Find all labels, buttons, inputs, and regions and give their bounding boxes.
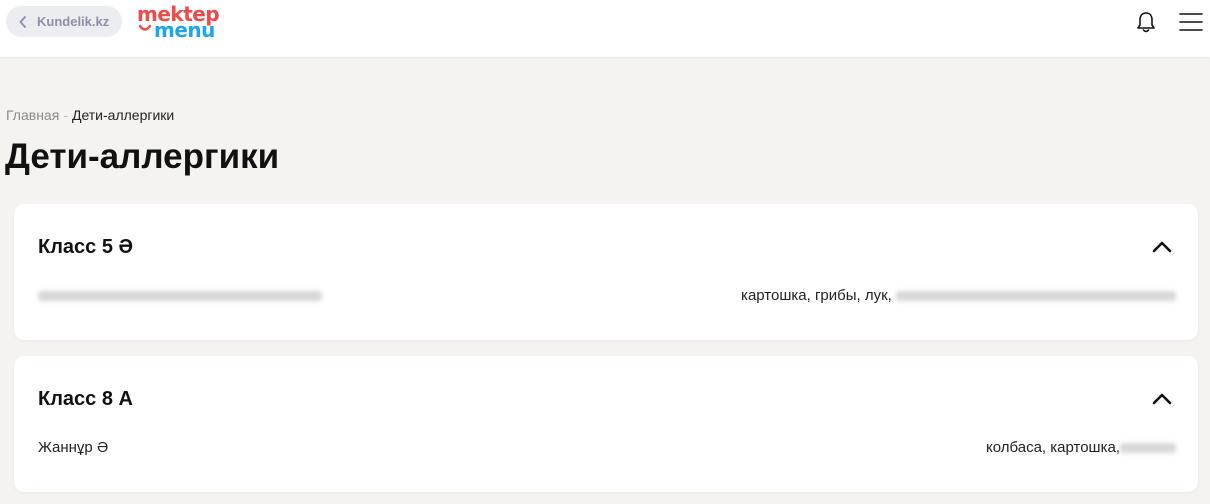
logo-text-menu: menu [154, 18, 215, 42]
back-button-label: Kundelik.kz [37, 14, 110, 29]
hamburger-menu-icon[interactable] [1178, 9, 1204, 35]
chevron-left-icon [18, 15, 28, 28]
student-row: Жаннұр Ә колбаса, картошка, [38, 438, 1176, 458]
student-allergens: колбаса, картошка, [986, 438, 1176, 458]
class-card-title: Класс 5 Ә [38, 236, 134, 258]
chevron-up-icon[interactable] [1148, 234, 1176, 260]
student-name: Жаннұр Ә [38, 439, 109, 456]
breadcrumb-home-link[interactable]: Главная [6, 107, 59, 123]
redacted-allergens [896, 291, 1176, 302]
breadcrumb: Главная - Дети-аллергики [6, 106, 174, 124]
student-row: картошка, грибы, лук, [38, 286, 1176, 306]
class-card-title: Класс 8 А [38, 388, 133, 410]
back-to-kundelik-button[interactable]: Kundelik.kz [6, 6, 122, 37]
top-header: Kundelik.kz mektep menu [0, 0, 1210, 57]
student-name [38, 286, 322, 306]
chevron-up-icon[interactable] [1148, 386, 1176, 412]
class-card: Класс 8 А Жаннұр Ә колбаса, картошка, [14, 356, 1198, 492]
page-title: Дети-аллергики [5, 137, 280, 176]
redacted-student-name [38, 291, 322, 302]
logo-smile-icon [138, 24, 152, 31]
class-card: Класс 5 Ә картошка, грибы, лук, [14, 204, 1198, 340]
redacted-allergens [1120, 443, 1176, 454]
mektep-menu-logo[interactable]: mektep menu [137, 4, 220, 42]
bell-icon[interactable] [1133, 9, 1159, 35]
student-allergens: картошка, грибы, лук, [741, 286, 1176, 306]
breadcrumb-current: Дети-аллергики [71, 107, 175, 123]
breadcrumb-separator: - [63, 107, 68, 123]
